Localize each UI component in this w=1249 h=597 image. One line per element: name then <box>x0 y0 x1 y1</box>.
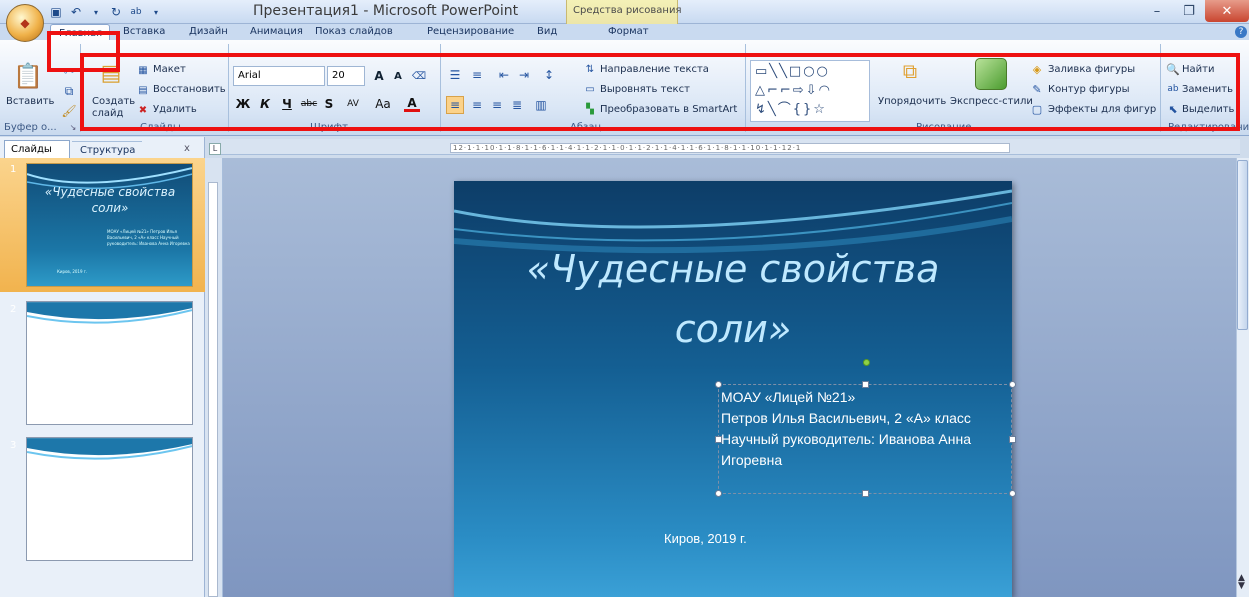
help-icon[interactable]: ? <box>1235 26 1247 38</box>
thumb-title: «Чудесные свойства соли» <box>44 185 176 215</box>
thumbnail-3[interactable] <box>26 437 193 561</box>
restore-icon[interactable]: ❐ <box>1173 0 1205 22</box>
pane-tab-slides[interactable]: Слайды <box>4 140 70 158</box>
slide-number: 1 <box>10 164 17 175</box>
pane-close-icon[interactable]: x <box>184 143 190 154</box>
slide-title-line-2: соли» <box>674 307 792 351</box>
ruler-ticks[interactable]: 12·1·1·10·1·1·8·1·1·6·1·1·4·1·1·2·1·1·0·… <box>450 143 1010 153</box>
resize-handle[interactable] <box>1009 490 1016 497</box>
quick-access-toolbar: ▣ ↶ ▾ ↻ ab ▾ <box>48 3 164 21</box>
window-title: Презентация1 - Microsoft PowerPoint <box>253 3 519 19</box>
resize-handle[interactable] <box>1009 381 1016 388</box>
resize-handle[interactable] <box>715 436 722 443</box>
resize-handle[interactable] <box>715 381 722 388</box>
tab-insert[interactable]: Вставка <box>123 26 165 37</box>
thumb-body: МОАУ «Лицей №21» Петров Илья Васильевич,… <box>107 229 190 246</box>
tab-review[interactable]: Рецензирование <box>427 26 514 37</box>
vertical-ruler-track[interactable] <box>208 182 218 597</box>
tab-view[interactable]: Вид <box>537 26 557 37</box>
wave-decoration-icon <box>27 438 192 460</box>
slide-title[interactable]: «Чудесные свойства соли» <box>454 239 1012 359</box>
slide-footer-text[interactable]: Киров, 2019 г. <box>664 531 747 546</box>
slide-thumbnail-selected[interactable]: 1 «Чудесные свойства соли» МОАУ «Лицей №2… <box>0 158 205 292</box>
resize-handle[interactable] <box>1009 436 1016 443</box>
powerpoint-window: ◆ ▣ ↶ ▾ ↻ ab ▾ Презентация1 - Microsoft … <box>0 0 1249 597</box>
undo-dropdown-icon[interactable]: ▾ <box>88 4 104 20</box>
rotate-handle[interactable] <box>863 359 870 366</box>
customize-qat-icon[interactable]: ▾ <box>148 4 164 20</box>
clipboard-group-label: Буфер о... <box>4 122 57 133</box>
slide-title-line-1: «Чудесные свойства <box>526 247 940 291</box>
textbox-selection-frame[interactable] <box>718 384 1012 494</box>
highlight-ribbon <box>80 53 1240 131</box>
resize-handle[interactable] <box>862 490 869 497</box>
thumbnail-2[interactable] <box>26 301 193 425</box>
minimize-icon[interactable]: – <box>1141 0 1173 22</box>
thumb-footer: Киров, 2019 г. <box>57 269 88 274</box>
slide-number: 2 <box>10 304 17 315</box>
tab-format[interactable]: Формат <box>608 26 649 37</box>
paste-button[interactable]: Вставить <box>6 96 54 107</box>
undo-icon[interactable]: ↶ <box>68 4 84 20</box>
format-painter-icon[interactable]: 🖌 <box>61 104 76 118</box>
spellcheck-icon[interactable]: ab <box>128 4 144 20</box>
thumbnail-1[interactable]: «Чудесные свойства соли» МОАУ «Лицей №21»… <box>26 163 193 287</box>
window-controls: – ❐ ✕ <box>1141 0 1249 22</box>
prev-next-slide-icon[interactable]: ▲ ▼ <box>1238 574 1245 591</box>
tab-animation[interactable]: Анимация <box>250 26 303 37</box>
paste-icon[interactable]: 📋 <box>12 60 44 92</box>
wave-decoration-icon <box>27 302 192 324</box>
tab-design[interactable]: Дизайн <box>189 26 228 37</box>
save-icon[interactable]: ▣ <box>48 4 64 20</box>
close-icon[interactable]: ✕ <box>1205 0 1249 22</box>
resize-handle[interactable] <box>862 381 869 388</box>
office-button-icon[interactable]: ◆ <box>6 4 44 42</box>
slide-number: 3 <box>10 440 17 451</box>
resize-handle[interactable] <box>715 490 722 497</box>
copy-icon[interactable]: ⧉ <box>62 84 76 98</box>
tab-selector-icon[interactable]: L <box>209 143 221 155</box>
clipboard-launcher-icon[interactable]: ↘ <box>68 122 78 132</box>
redo-icon[interactable]: ↻ <box>108 4 124 20</box>
scrollbar-thumb[interactable] <box>1237 160 1248 330</box>
tab-slideshow[interactable]: Показ слайдов <box>315 26 393 37</box>
pane-tab-outline[interactable]: Структура <box>72 141 142 158</box>
